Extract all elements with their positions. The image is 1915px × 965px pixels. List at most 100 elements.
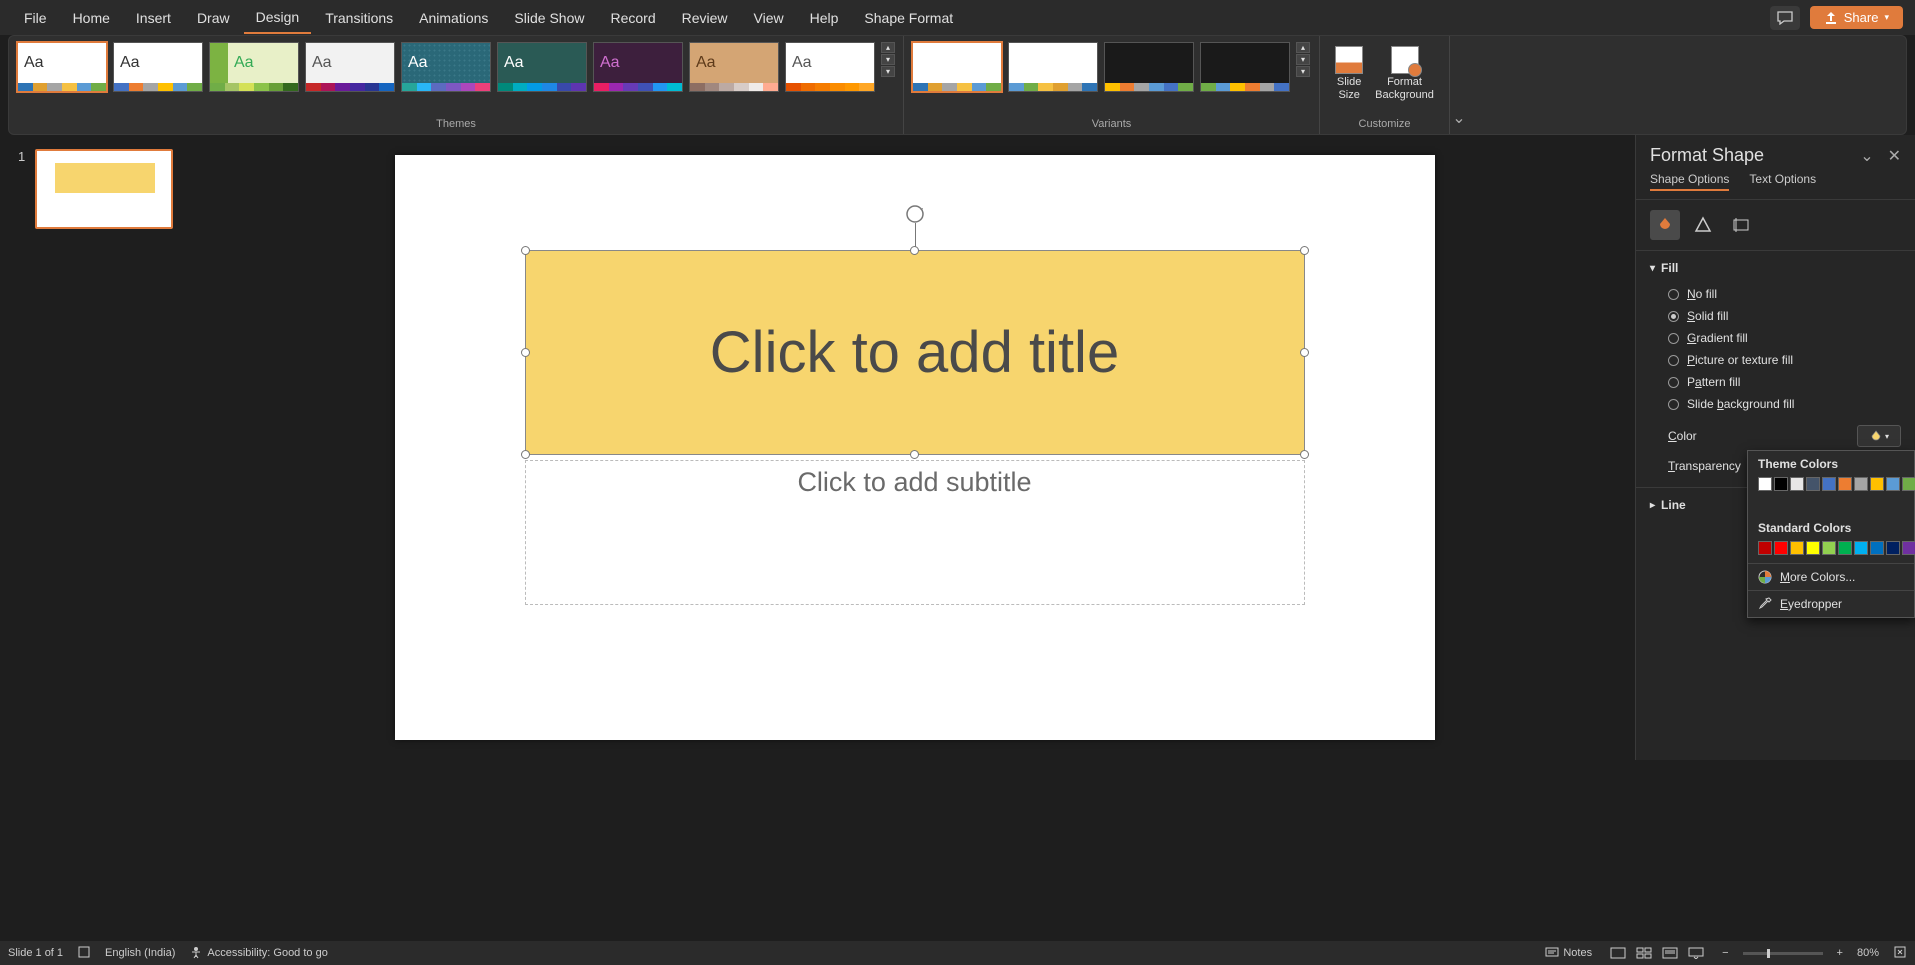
- tab-transitions[interactable]: Transitions: [313, 3, 405, 33]
- theme-color-7[interactable]: [1870, 477, 1884, 491]
- standard-color-6[interactable]: [1854, 541, 1868, 555]
- pattern-fill-radio[interactable]: Pattern fill: [1650, 371, 1901, 393]
- theme-color-3[interactable]: [1806, 477, 1820, 491]
- zoom-out[interactable]: −: [1722, 947, 1728, 959]
- slide-counter[interactable]: Slide 1 of 1: [8, 947, 63, 959]
- sorter-view-button[interactable]: [1632, 944, 1656, 962]
- theme-color-6[interactable]: [1854, 477, 1868, 491]
- theme-option-0[interactable]: Aa: [17, 42, 107, 92]
- theme-color-1[interactable]: [1774, 477, 1788, 491]
- tab-shape-format[interactable]: Shape Format: [852, 3, 965, 33]
- tab-slideshow[interactable]: Slide Show: [502, 3, 596, 33]
- eyedropper-item[interactable]: Eyedropper: [1748, 590, 1914, 617]
- variant-option-2[interactable]: [1104, 42, 1194, 92]
- more-colors-item[interactable]: More Colors...: [1748, 563, 1914, 590]
- slide-size-button[interactable]: Slide Size: [1331, 42, 1367, 106]
- handle-n[interactable]: [910, 246, 919, 255]
- slide-thumbnail-1[interactable]: [35, 149, 173, 229]
- tab-file[interactable]: File: [12, 3, 59, 33]
- gradient-fill-radio[interactable]: Gradient fill: [1650, 327, 1901, 349]
- variants-more[interactable]: ▴▾▾: [1296, 42, 1310, 77]
- tab-view[interactable]: View: [742, 3, 796, 33]
- standard-color-8[interactable]: [1886, 541, 1900, 555]
- slide-canvas[interactable]: Click to add title Click to add subtitle: [395, 155, 1435, 740]
- zoom-in[interactable]: +: [1837, 947, 1843, 959]
- tab-record[interactable]: Record: [598, 3, 667, 33]
- standard-color-4[interactable]: [1822, 541, 1836, 555]
- theme-option-2[interactable]: Aa: [209, 42, 299, 92]
- standard-color-0[interactable]: [1758, 541, 1772, 555]
- fill-line-icon[interactable]: [1650, 210, 1680, 240]
- handle-ne[interactable]: [1300, 246, 1309, 255]
- fill-color-button[interactable]: ▾: [1857, 425, 1901, 447]
- shape-options-tab[interactable]: Shape Options: [1650, 172, 1729, 191]
- format-background-button[interactable]: Format Background: [1371, 42, 1438, 106]
- tab-animations[interactable]: Animations: [407, 3, 500, 33]
- zoom-slider[interactable]: [1743, 952, 1823, 955]
- tab-home[interactable]: Home: [61, 3, 122, 33]
- solid-fill-radio[interactable]: Solid fill: [1650, 305, 1901, 327]
- pane-close-icon[interactable]: ✕: [1888, 146, 1901, 166]
- pane-options-icon[interactable]: ⌄: [1860, 146, 1873, 166]
- accessibility-status[interactable]: Accessibility: Good to go: [189, 946, 327, 960]
- handle-w[interactable]: [521, 348, 530, 357]
- notes-toggle[interactable]: Notes: [1545, 947, 1592, 959]
- handle-nw[interactable]: [521, 246, 530, 255]
- handle-sw[interactable]: [521, 450, 530, 459]
- theme-color-0[interactable]: [1758, 477, 1772, 491]
- comments-button[interactable]: [1770, 6, 1800, 30]
- language-status[interactable]: English (India): [105, 947, 175, 959]
- theme-color-9[interactable]: [1902, 477, 1915, 491]
- tab-insert[interactable]: Insert: [124, 3, 183, 33]
- tab-review[interactable]: Review: [670, 3, 740, 33]
- variant-option-3[interactable]: [1200, 42, 1290, 92]
- handle-se[interactable]: [1300, 450, 1309, 459]
- theme-option-6[interactable]: Aa: [593, 42, 683, 92]
- fit-to-window[interactable]: [1893, 945, 1907, 962]
- size-properties-icon[interactable]: [1726, 210, 1756, 240]
- title-placeholder[interactable]: Click to add title: [525, 250, 1305, 455]
- standard-color-1[interactable]: [1774, 541, 1788, 555]
- share-button[interactable]: Share ▾: [1810, 6, 1903, 29]
- theme-option-7[interactable]: Aa: [689, 42, 779, 92]
- text-options-tab[interactable]: Text Options: [1749, 172, 1816, 191]
- theme-color-2[interactable]: [1790, 477, 1804, 491]
- chevron-right-icon: ▸: [1650, 500, 1655, 511]
- standard-color-5[interactable]: [1838, 541, 1852, 555]
- theme-option-5[interactable]: Aa: [497, 42, 587, 92]
- tab-design[interactable]: Design: [244, 2, 312, 34]
- theme-option-3[interactable]: Aa: [305, 42, 395, 92]
- spellcheck-icon[interactable]: [77, 945, 91, 962]
- picture-fill-radio[interactable]: Picture or texture fill: [1650, 349, 1901, 371]
- zoom-level[interactable]: 80%: [1857, 947, 1879, 959]
- tab-help[interactable]: Help: [798, 3, 851, 33]
- slideshow-view-button[interactable]: [1684, 944, 1708, 962]
- handle-e[interactable]: [1300, 348, 1309, 357]
- standard-color-9[interactable]: [1902, 541, 1915, 555]
- variant-option-1[interactable]: [1008, 42, 1098, 92]
- variant-option-0[interactable]: [912, 42, 1002, 92]
- theme-color-8[interactable]: [1886, 477, 1900, 491]
- standard-color-2[interactable]: [1790, 541, 1804, 555]
- slide-bg-fill-radio[interactable]: Slide background fill: [1650, 393, 1901, 415]
- subtitle-placeholder[interactable]: Click to add subtitle: [525, 460, 1305, 605]
- standard-color-3[interactable]: [1806, 541, 1820, 555]
- theme-color-4[interactable]: [1822, 477, 1836, 491]
- theme-option-4[interactable]: Aa: [401, 42, 491, 92]
- no-fill-radio[interactable]: No fill: [1650, 283, 1901, 305]
- standard-color-7[interactable]: [1870, 541, 1884, 555]
- handle-s[interactable]: [910, 450, 919, 459]
- theme-color-5[interactable]: [1838, 477, 1852, 491]
- rotation-handle[interactable]: [904, 203, 926, 225]
- normal-view-button[interactable]: [1606, 944, 1630, 962]
- theme-option-8[interactable]: Aa: [785, 42, 875, 92]
- canvas-area[interactable]: Click to add title Click to add subtitle: [194, 135, 1635, 760]
- reading-view-button[interactable]: [1658, 944, 1682, 962]
- fill-section-header[interactable]: ▾ Fill: [1650, 261, 1901, 275]
- theme-option-1[interactable]: Aa: [113, 42, 203, 92]
- tab-draw[interactable]: Draw: [185, 3, 242, 33]
- themes-more[interactable]: ▴▾▾: [881, 42, 895, 77]
- ribbon-collapse[interactable]: ⌄: [1450, 36, 1468, 134]
- chevron-down-icon: ▾: [1884, 12, 1889, 23]
- effects-icon[interactable]: [1688, 210, 1718, 240]
